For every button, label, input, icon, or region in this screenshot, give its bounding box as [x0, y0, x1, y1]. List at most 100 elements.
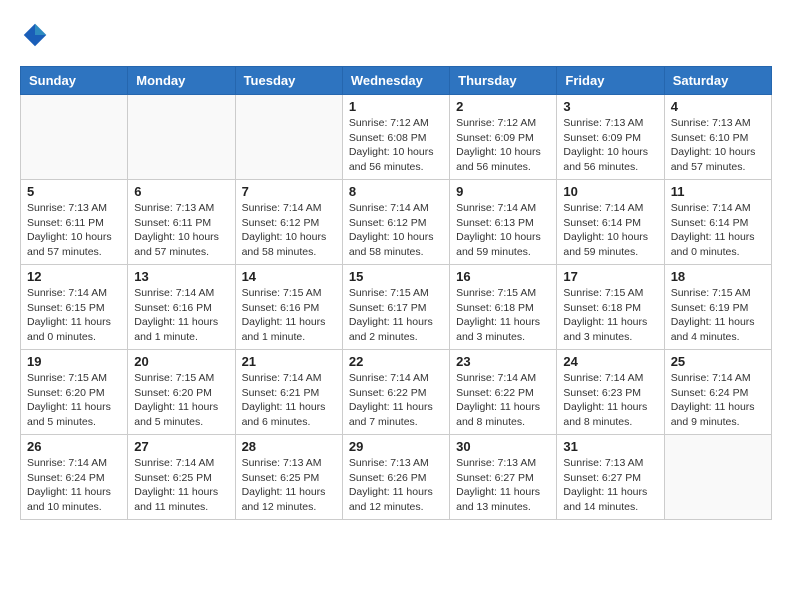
calendar-cell: 1 Sunrise: 7:12 AM Sunset: 6:08 PM Daylig… [342, 95, 449, 180]
calendar-cell: 2 Sunrise: 7:12 AM Sunset: 6:09 PM Daylig… [450, 95, 557, 180]
day-number: 6 [134, 184, 228, 199]
day-number: 5 [27, 184, 121, 199]
day-number: 8 [349, 184, 443, 199]
calendar-cell: 23Sunrise: 7:14 AM Sunset: 6:22 PM Dayli… [450, 350, 557, 435]
day-number: 25 [671, 354, 765, 369]
day-info: Sunrise: 7:15 AM Sunset: 6:19 PM Dayligh… [671, 286, 765, 345]
day-info: Sunrise: 7:14 AM Sunset: 6:25 PM Dayligh… [134, 456, 228, 515]
day-number: 11 [671, 184, 765, 199]
day-number: 1 [349, 99, 443, 114]
day-info: Sunrise: 7:12 AM Sunset: 6:09 PM Dayligh… [456, 116, 550, 175]
day-info: Sunrise: 7:12 AM Sunset: 6:08 PM Dayligh… [349, 116, 443, 175]
calendar-cell: 15 Sunrise: 7:15 AM Sunset: 6:17 PM Dayli… [342, 265, 449, 350]
day-info: Sunrise: 7:14 AM Sunset: 6:22 PM Dayligh… [349, 371, 443, 430]
day-info: Sunrise: 7:14 AM Sunset: 6:12 PM Dayligh… [242, 201, 336, 260]
day-number: 30 [456, 439, 550, 454]
day-number: 9 [456, 184, 550, 199]
calendar-cell: 12Sunrise: 7:14 AM Sunset: 6:15 PM Dayli… [21, 265, 128, 350]
day-info: Sunrise: 7:13 AM Sunset: 6:26 PM Dayligh… [349, 456, 443, 515]
calendar-cell: 13Sunrise: 7:14 AM Sunset: 6:16 PM Dayli… [128, 265, 235, 350]
calendar-cell: 21 Sunrise: 7:14 AM Sunset: 6:21 PM Dayli… [235, 350, 342, 435]
day-number: 7 [242, 184, 336, 199]
calendar-cell: 17 Sunrise: 7:15 AM Sunset: 6:18 PM Dayli… [557, 265, 664, 350]
day-info: Sunrise: 7:15 AM Sunset: 6:18 PM Dayligh… [456, 286, 550, 345]
calendar-cell: 7 Sunrise: 7:14 AM Sunset: 6:12 PM Daylig… [235, 180, 342, 265]
calendar-cell: 18Sunrise: 7:15 AM Sunset: 6:19 PM Dayli… [664, 265, 771, 350]
logo-icon [20, 20, 50, 50]
day-number: 27 [134, 439, 228, 454]
day-number: 19 [27, 354, 121, 369]
calendar-cell: 22 Sunrise: 7:14 AM Sunset: 6:22 PM Dayli… [342, 350, 449, 435]
day-info: Sunrise: 7:15 AM Sunset: 6:18 PM Dayligh… [563, 286, 657, 345]
weekday-header-tuesday: Tuesday [235, 67, 342, 95]
day-number: 12 [27, 269, 121, 284]
day-number: 15 [349, 269, 443, 284]
day-number: 3 [563, 99, 657, 114]
day-number: 20 [134, 354, 228, 369]
day-info: Sunrise: 7:15 AM Sunset: 6:17 PM Dayligh… [349, 286, 443, 345]
day-number: 22 [349, 354, 443, 369]
calendar-cell: 24 Sunrise: 7:14 AM Sunset: 6:23 PM Dayli… [557, 350, 664, 435]
day-number: 17 [563, 269, 657, 284]
calendar-cell: 14 Sunrise: 7:15 AM Sunset: 6:16 PM Dayli… [235, 265, 342, 350]
calendar-cell [235, 95, 342, 180]
calendar-cell: 27 Sunrise: 7:14 AM Sunset: 6:25 PM Dayli… [128, 435, 235, 520]
logo [20, 20, 54, 50]
day-info: Sunrise: 7:14 AM Sunset: 6:13 PM Dayligh… [456, 201, 550, 260]
calendar-cell: 3 Sunrise: 7:13 AM Sunset: 6:09 PM Daylig… [557, 95, 664, 180]
calendar-cell: 29 Sunrise: 7:13 AM Sunset: 6:26 PM Dayli… [342, 435, 449, 520]
day-number: 24 [563, 354, 657, 369]
calendar-cell: 10Sunrise: 7:14 AM Sunset: 6:14 PM Dayli… [557, 180, 664, 265]
day-info: Sunrise: 7:14 AM Sunset: 6:14 PM Dayligh… [671, 201, 765, 260]
calendar-cell: 5 Sunrise: 7:13 AM Sunset: 6:11 PM Daylig… [21, 180, 128, 265]
day-info: Sunrise: 7:14 AM Sunset: 6:24 PM Dayligh… [671, 371, 765, 430]
day-info: Sunrise: 7:13 AM Sunset: 6:10 PM Dayligh… [671, 116, 765, 175]
calendar-cell: 9 Sunrise: 7:14 AM Sunset: 6:13 PM Daylig… [450, 180, 557, 265]
header [20, 20, 772, 50]
day-info: Sunrise: 7:14 AM Sunset: 6:21 PM Dayligh… [242, 371, 336, 430]
day-info: Sunrise: 7:13 AM Sunset: 6:11 PM Dayligh… [134, 201, 228, 260]
day-number: 31 [563, 439, 657, 454]
calendar-cell: 25 Sunrise: 7:14 AM Sunset: 6:24 PM Dayli… [664, 350, 771, 435]
weekday-header-thursday: Thursday [450, 67, 557, 95]
calendar-cell: 30Sunrise: 7:13 AM Sunset: 6:27 PM Dayli… [450, 435, 557, 520]
week-row-1: 1 Sunrise: 7:12 AM Sunset: 6:08 PM Daylig… [21, 95, 772, 180]
calendar-cell: 19 Sunrise: 7:15 AM Sunset: 6:20 PM Dayli… [21, 350, 128, 435]
day-number: 16 [456, 269, 550, 284]
calendar-cell: 26Sunrise: 7:14 AM Sunset: 6:24 PM Dayli… [21, 435, 128, 520]
day-info: Sunrise: 7:14 AM Sunset: 6:12 PM Dayligh… [349, 201, 443, 260]
weekday-header-monday: Monday [128, 67, 235, 95]
day-info: Sunrise: 7:13 AM Sunset: 6:27 PM Dayligh… [563, 456, 657, 515]
calendar-cell [664, 435, 771, 520]
calendar-cell: 4 Sunrise: 7:13 AM Sunset: 6:10 PM Daylig… [664, 95, 771, 180]
day-info: Sunrise: 7:13 AM Sunset: 6:09 PM Dayligh… [563, 116, 657, 175]
day-number: 29 [349, 439, 443, 454]
day-number: 10 [563, 184, 657, 199]
day-info: Sunrise: 7:13 AM Sunset: 6:11 PM Dayligh… [27, 201, 121, 260]
day-number: 23 [456, 354, 550, 369]
day-info: Sunrise: 7:14 AM Sunset: 6:23 PM Dayligh… [563, 371, 657, 430]
day-number: 4 [671, 99, 765, 114]
day-info: Sunrise: 7:15 AM Sunset: 6:16 PM Dayligh… [242, 286, 336, 345]
calendar-cell [128, 95, 235, 180]
day-info: Sunrise: 7:14 AM Sunset: 6:24 PM Dayligh… [27, 456, 121, 515]
weekday-header-sunday: Sunday [21, 67, 128, 95]
calendar-cell: 16 Sunrise: 7:15 AM Sunset: 6:18 PM Dayli… [450, 265, 557, 350]
page: SundayMondayTuesdayWednesdayThursdayFrid… [0, 0, 792, 540]
calendar-cell: 20 Sunrise: 7:15 AM Sunset: 6:20 PM Dayli… [128, 350, 235, 435]
week-row-3: 12Sunrise: 7:14 AM Sunset: 6:15 PM Dayli… [21, 265, 772, 350]
day-number: 21 [242, 354, 336, 369]
day-number: 13 [134, 269, 228, 284]
day-info: Sunrise: 7:15 AM Sunset: 6:20 PM Dayligh… [27, 371, 121, 430]
week-row-4: 19 Sunrise: 7:15 AM Sunset: 6:20 PM Dayli… [21, 350, 772, 435]
weekday-header-saturday: Saturday [664, 67, 771, 95]
day-number: 14 [242, 269, 336, 284]
day-number: 28 [242, 439, 336, 454]
calendar-cell: 11 Sunrise: 7:14 AM Sunset: 6:14 PM Dayli… [664, 180, 771, 265]
calendar-cell: 31 Sunrise: 7:13 AM Sunset: 6:27 PM Dayli… [557, 435, 664, 520]
day-number: 2 [456, 99, 550, 114]
calendar-table: SundayMondayTuesdayWednesdayThursdayFrid… [20, 66, 772, 520]
weekday-header-wednesday: Wednesday [342, 67, 449, 95]
weekday-header-friday: Friday [557, 67, 664, 95]
day-info: Sunrise: 7:15 AM Sunset: 6:20 PM Dayligh… [134, 371, 228, 430]
